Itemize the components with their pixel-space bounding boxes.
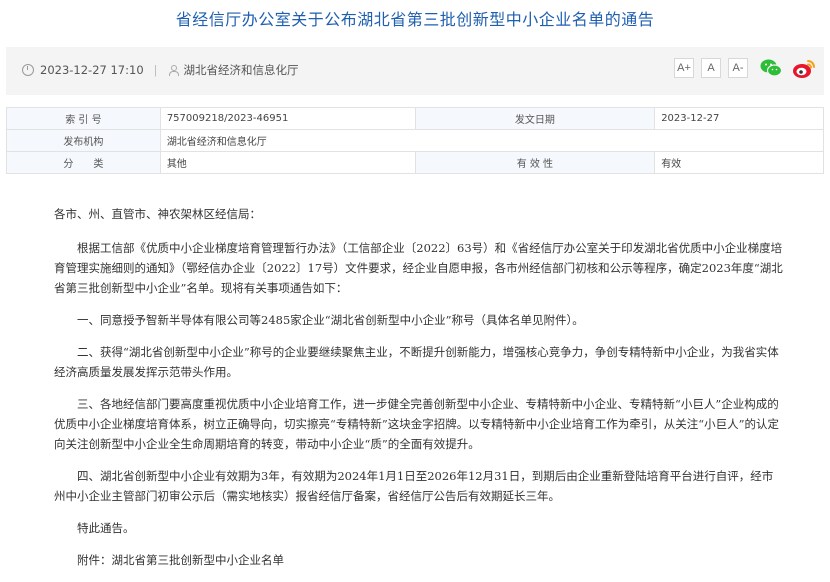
info-row-category: 分 类 其他 有 效 性 有效 <box>6 151 824 174</box>
validity-label: 有 效 性 <box>414 151 656 174</box>
index-label: 索 引 号 <box>6 107 161 130</box>
document-info-table: 索 引 号 757009218/2023-46951 发文日期 2023-12-… <box>6 107 825 174</box>
paragraph-2: 二、获得“湖北省创新型中小企业”称号的企业要继续聚焦主业，不断提升创新能力，增强… <box>54 345 779 379</box>
index-value: 757009218/2023-46951 <box>159 107 416 130</box>
font-default-button[interactable]: A <box>701 58 721 78</box>
info-row-org: 发布机构 湖北省经济和信息化厅 <box>6 129 825 152</box>
font-increase-button[interactable]: A+ <box>674 58 694 78</box>
font-decrease-button[interactable]: A- <box>728 58 748 78</box>
publisher-name: 湖北省经济和信息化厅 <box>183 63 299 77</box>
validity-value: 有效 <box>654 151 824 174</box>
meta-separator: | <box>153 63 158 77</box>
user-icon <box>168 65 179 76</box>
font-size-controls: A+ A A- <box>674 58 748 78</box>
paragraph-4: 四、湖北省创新型中小企业有效期为3年，有效期为2024年1月1日至2026年12… <box>54 469 774 503</box>
date-label: 发文日期 <box>414 107 656 130</box>
closing-text: 特此通告。 <box>77 521 135 535</box>
info-row-index: 索 引 号 757009218/2023-46951 发文日期 2023-12-… <box>6 107 824 130</box>
salutation: 各市、州、直管市、神农架林区经信局： <box>54 207 261 221</box>
page-title: 省经信厅办公室关于公布湖北省第三批创新型中小企业名单的通告 <box>175 10 655 29</box>
org-value: 湖北省经济和信息化厅 <box>159 129 825 152</box>
paragraph-intro: 根据工信部《优质中小企业梯度培育管理暂行办法》（工信部企业〔2022〕63号）和… <box>54 241 783 295</box>
wechat-icon[interactable] <box>760 58 782 78</box>
org-label: 发布机构 <box>6 129 161 152</box>
article-body: 各市、州、直管市、神农架林区经信局： 根据工信部《优质中小企业梯度培育管理暂行办… <box>54 204 784 582</box>
attachment-link[interactable]: 附件：湖北省第三批创新型中小企业名单 <box>54 550 784 570</box>
paragraph-3: 三、各地经信部门要高度重视优质中小企业培育工作，进一步健全完善创新型中小企业、专… <box>54 397 780 451</box>
meta-bar: 2023-12-27 17:10 | 湖北省经济和信息化厅 A+ A A- <box>6 47 824 95</box>
paragraph-1: 一、同意授予智新半导体有限公司等2485家企业“湖北省创新型中小企业”称号（具体… <box>77 313 584 327</box>
publish-datetime: 2023-12-27 17:10 <box>40 63 144 77</box>
category-value: 其他 <box>159 151 416 174</box>
category-label: 分 类 <box>6 151 161 174</box>
date-value: 2023-12-27 <box>654 107 824 130</box>
clock-icon <box>22 64 34 76</box>
meta-info: 2023-12-27 17:10 | 湖北省经济和信息化厅 <box>22 62 299 78</box>
weibo-icon[interactable] <box>792 58 816 80</box>
